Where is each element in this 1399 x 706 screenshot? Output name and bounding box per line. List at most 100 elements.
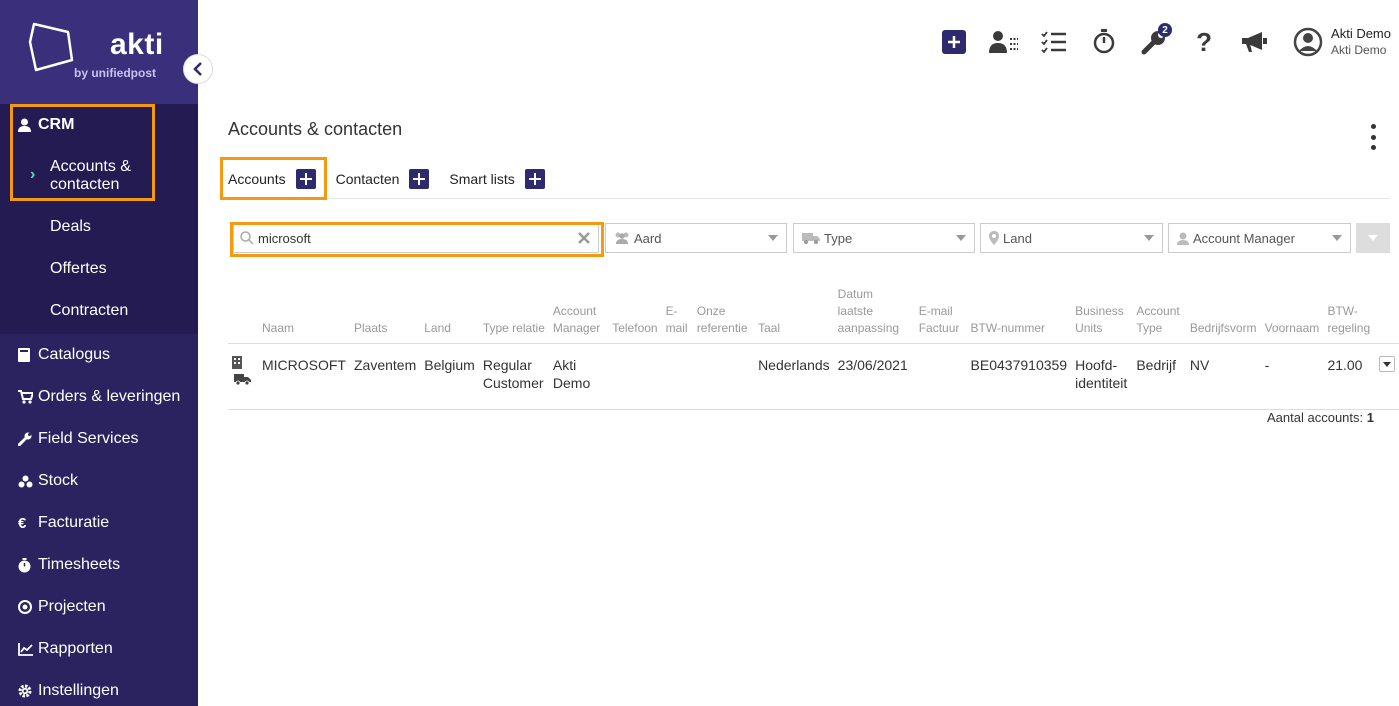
search-input[interactable] [254, 225, 578, 251]
sidebar-item-label: Timesheets [38, 556, 121, 573]
row-actions-dropdown[interactable] [1378, 356, 1395, 372]
user-list-icon [989, 31, 1019, 53]
cell-email [662, 344, 693, 410]
chevron-left-icon [193, 62, 202, 76]
truck-icon [802, 232, 820, 244]
cell-plaats: Zaventem [353, 357, 417, 373]
tab-label: Smart lists [449, 171, 515, 187]
cell-naam[interactable]: MICROSOFT [258, 344, 350, 410]
account-manager-filter[interactable]: Account Manager [1168, 223, 1351, 253]
timer-button[interactable] [1079, 26, 1129, 58]
account-manager-filter-label: Account Manager [1193, 230, 1295, 246]
plus-icon [413, 173, 426, 185]
user-menu[interactable]: Akti Demo Akti Demo [1293, 26, 1391, 58]
sidebar-item-accounts-contacten[interactable]: › Accounts & contacten [0, 146, 198, 206]
plus-icon [948, 36, 961, 48]
announcements-button[interactable] [1229, 26, 1279, 58]
cell-taal: Nederlands [758, 357, 830, 373]
tab-accounts[interactable]: Accounts [228, 169, 316, 189]
accounts-table: Naam Plaats Land Type relatie Account Ma… [228, 286, 1399, 410]
col-land[interactable]: Land [420, 286, 479, 344]
sidebar-item-label: Projecten [38, 598, 106, 615]
table-row[interactable]: MICROSOFT Zaventem Belgium Regular Custo… [228, 344, 1399, 410]
akti-logo-icon [28, 22, 74, 72]
col-btw-nummer[interactable]: BTW-nummer [967, 286, 1072, 344]
count-value: 1 [1366, 410, 1374, 425]
col-icons [228, 286, 258, 344]
add-account-button[interactable] [295, 169, 316, 189]
sidebar-item-catalogus[interactable]: Catalogus [0, 334, 198, 376]
sidebar-item-projecten[interactable]: Projecten [0, 586, 198, 628]
add-contact-button[interactable] [409, 169, 430, 189]
sidebar-item-label: CRM [38, 116, 75, 133]
sidebar-item-rapporten[interactable]: Rapporten [0, 628, 198, 670]
col-account-type[interactable]: Account Type [1132, 286, 1186, 344]
add-smart-list-button[interactable] [524, 169, 545, 189]
col-taal[interactable]: Taal [754, 286, 834, 344]
search-field[interactable] [233, 223, 599, 253]
quick-add-button[interactable] [929, 26, 979, 58]
sidebar-item-deals[interactable]: Deals [0, 206, 198, 248]
sidebar-item-timesheets[interactable]: Timesheets [0, 544, 198, 586]
col-btw-regeling[interactable]: BTW-regeling [1323, 286, 1374, 344]
help-button[interactable]: ? [1179, 26, 1229, 58]
sidebar-item-field-services[interactable]: Field Services [0, 418, 198, 460]
account-count: Aantal accounts: 1 [1267, 410, 1374, 425]
col-business-units[interactable]: Business Units [1071, 286, 1132, 344]
sidebar-item-orders[interactable]: Orders & leveringen [0, 376, 198, 418]
chart-icon [18, 642, 38, 656]
col-telefoon[interactable]: Telefoon [608, 286, 661, 344]
type-filter[interactable]: Type [793, 223, 975, 253]
tab-smart-lists[interactable]: Smart lists [449, 169, 545, 189]
col-email[interactable]: E-mail [662, 286, 693, 344]
notification-badge: 2 [1158, 23, 1173, 37]
col-datum[interactable]: Datum laatste aanpassing [834, 286, 915, 344]
cell-telefoon [608, 344, 661, 410]
tasks-button[interactable] [1029, 26, 1079, 58]
col-onze-referentie[interactable]: Onze referentie [693, 286, 754, 344]
sidebar-item-label: Stock [38, 472, 79, 489]
stopwatch-icon [18, 557, 38, 573]
land-filter-label: Land [1003, 230, 1032, 246]
col-bedrijfsvorm[interactable]: Bedrijfsvorm [1186, 286, 1261, 344]
cell-btw-nummer: BE0437910359 [970, 357, 1068, 373]
megaphone-icon [1242, 32, 1268, 52]
col-account-manager[interactable]: Account Manager [549, 286, 608, 344]
cell-account-manager: Akti Demo [552, 357, 591, 391]
contacts-list-button[interactable] [979, 26, 1029, 58]
sidebar-item-offertes[interactable]: Offertes [0, 248, 198, 290]
crm-section: CRM › Accounts & contacten Deals Offerte… [0, 104, 198, 334]
col-plaats[interactable]: Plaats [350, 286, 420, 344]
col-naam[interactable]: Naam [258, 286, 350, 344]
user-name: Akti Demo [1331, 26, 1391, 41]
topbar: 2 ? Akti Demo Akti Demo [929, 23, 1399, 58]
more-options-button[interactable] [1366, 124, 1380, 150]
clear-search-icon[interactable] [578, 232, 590, 244]
col-voornaam[interactable]: Voornaam [1261, 286, 1324, 344]
sidebar-item-crm[interactable]: CRM [0, 104, 198, 146]
collapse-sidebar-button[interactable] [183, 54, 213, 84]
sidebar-item-instellingen[interactable]: Instellingen [0, 670, 198, 706]
truck-icon [234, 374, 251, 385]
aard-filter-label: Aard [634, 230, 662, 246]
land-filter[interactable]: Land [980, 223, 1163, 253]
target-icon [18, 600, 38, 614]
checklist-icon [1041, 31, 1067, 53]
cell-land: Belgium [424, 357, 475, 373]
sidebar-item-facturatie[interactable]: € Facturatie [0, 502, 198, 544]
sidebar-item-contracten[interactable]: Contracten [0, 290, 198, 332]
logo-area: akti by unifiedpost [0, 0, 198, 104]
col-email-factuur[interactable]: E-mail Factuur [915, 286, 967, 344]
users-icon [614, 232, 630, 244]
cell-btw-regeling: 21.00 [1327, 357, 1363, 373]
col-type-relatie[interactable]: Type relatie [479, 286, 549, 344]
user-icon [18, 118, 38, 132]
gear-icon [18, 684, 38, 698]
sidebar-item-stock[interactable]: Stock [0, 460, 198, 502]
avatar-icon [1293, 27, 1323, 57]
tools-button[interactable]: 2 [1129, 23, 1179, 58]
aard-filter[interactable]: Aard [605, 223, 787, 253]
building-icon [232, 356, 242, 369]
more-filters-button[interactable] [1356, 223, 1390, 253]
tab-contacten[interactable]: Contacten [336, 169, 430, 189]
